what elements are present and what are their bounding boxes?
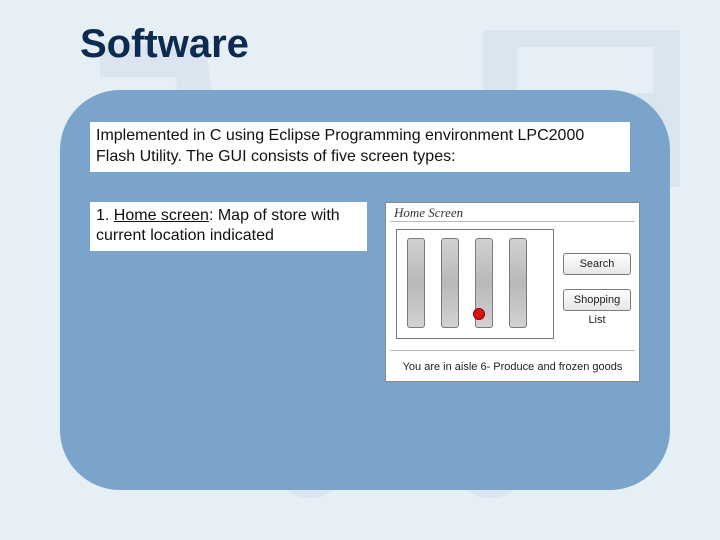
location-dot-icon bbox=[473, 308, 485, 320]
bullet-1-name: Home screen bbox=[114, 207, 209, 224]
content-bubble: Implemented in C using Eclipse Programmi… bbox=[60, 90, 670, 490]
aisle-bar bbox=[509, 238, 527, 328]
mockup-home-screen: Home Screen Search Shopping List You are… bbox=[385, 202, 640, 382]
divider bbox=[390, 350, 635, 351]
page-title: Software bbox=[80, 22, 249, 67]
mockup-header: Home Screen bbox=[394, 205, 463, 221]
store-map bbox=[396, 229, 554, 339]
status-text: You are in aisle 6- Produce and frozen g… bbox=[386, 361, 639, 373]
intro-text: Implemented in C using Eclipse Programmi… bbox=[90, 122, 630, 172]
divider bbox=[390, 221, 635, 222]
point-row: 1. Home screen: Map of store with curren… bbox=[90, 202, 640, 382]
bullet-1-text: 1. Home screen: Map of store with curren… bbox=[90, 202, 367, 252]
aisle-bar bbox=[441, 238, 459, 328]
bullet-1-prefix: 1. bbox=[96, 207, 114, 224]
shopping-list-button[interactable]: Shopping List bbox=[563, 289, 631, 311]
search-button[interactable]: Search bbox=[563, 253, 631, 275]
aisle-bar bbox=[407, 238, 425, 328]
